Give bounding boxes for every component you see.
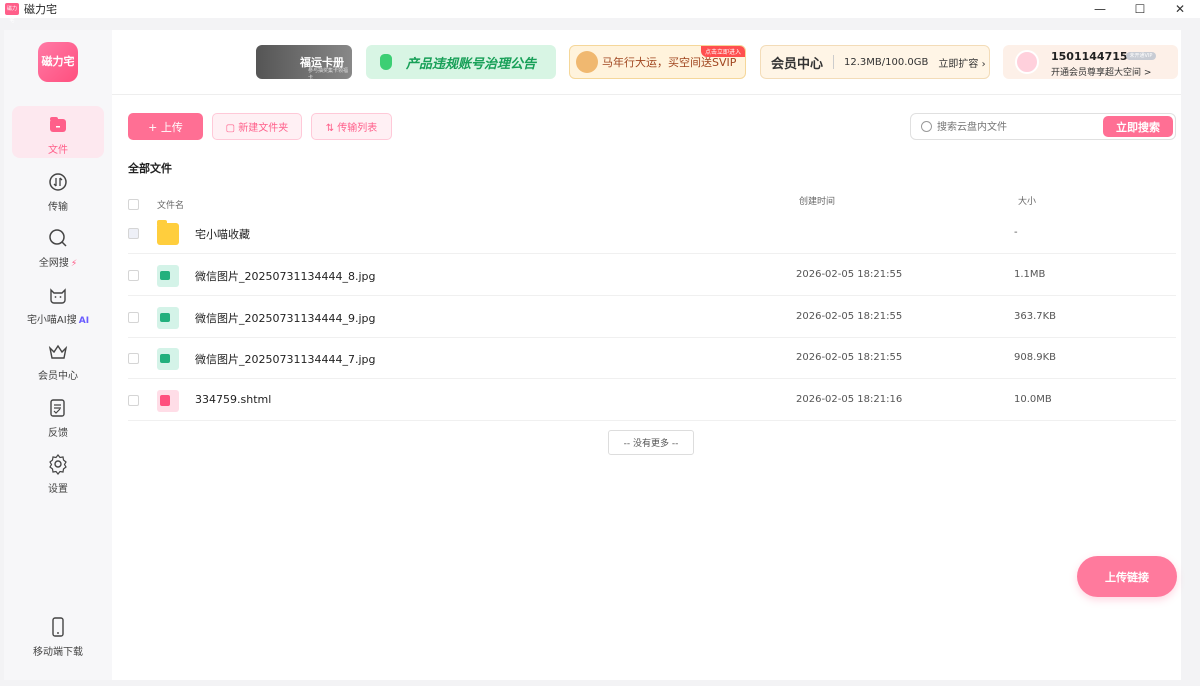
upload-button[interactable]: + 上传 <box>128 113 203 140</box>
notice-banner-text: 产品违规账号治理公告 <box>406 56 537 72</box>
horse-icon <box>576 51 598 73</box>
vip-title: 会员中心 <box>771 56 824 72</box>
search-icon <box>49 229 67 247</box>
row-checkbox[interactable] <box>128 312 139 323</box>
page-title: 全部文件 <box>128 162 172 175</box>
promo-banner[interactable]: 马年行大运，买空间送SVIP 点击立即进入 <box>569 45 746 79</box>
table-row[interactable]: 334759.shtml 2026-02-05 18:21:16 10.0MB <box>128 380 1176 421</box>
sidebar-item-label: 全网搜 <box>38 258 69 269</box>
vip-level-badge: 未开通VIP <box>1126 52 1156 60</box>
file-name[interactable]: 微信图片_20250731134444_9.jpg <box>195 310 376 326</box>
close-button[interactable]: ✕ <box>1160 0 1200 18</box>
search-input[interactable] <box>937 118 1097 136</box>
sidebar-item-files[interactable]: 文件 <box>12 106 104 158</box>
window-title: 磁力宅 <box>24 3 57 16</box>
file-name[interactable]: 微信图片_20250731134444_8.jpg <box>195 268 376 284</box>
sidebar-item-label: 传输 <box>48 202 68 213</box>
vip-center-banner[interactable]: 会员中心 12.3MB/100.0GB 立即扩容 › <box>760 45 990 79</box>
user-phone: 15011447158 <box>1051 50 1136 63</box>
row-checkbox[interactable] <box>128 395 139 406</box>
avatar <box>1015 50 1039 74</box>
fortune-card-banner[interactable]: 福运卡册 参与抽奖集卡领福卡 <box>256 45 352 79</box>
cat-icon <box>50 288 66 304</box>
table-row[interactable]: 宅小喵收藏 - <box>128 213 1176 254</box>
bolt-icon: ⚡ <box>70 259 78 269</box>
sidebar-item-mobile-download[interactable]: 移动端下载 <box>12 608 104 660</box>
promo-tag: 点击立即进入 <box>700 46 745 57</box>
no-more-indicator: -- 没有更多 -- <box>608 430 694 455</box>
column-header-size[interactable]: 大小 <box>1018 194 1036 207</box>
sidebar-item-vip-center[interactable]: 会员中心 <box>12 332 104 384</box>
file-name[interactable]: 宅小喵收藏 <box>195 226 250 242</box>
image-file-icon <box>157 307 179 329</box>
sidebar-item-label: 宅小喵AI搜 <box>26 315 77 326</box>
file-list-header: 文件名 创建时间 大小 <box>128 194 1176 214</box>
column-header-time[interactable]: 创建时间 <box>799 194 835 207</box>
gear-icon <box>49 454 67 475</box>
file-created-time: 2026-02-05 18:21:55 <box>796 352 903 363</box>
file-created-time: 2026-02-05 18:21:55 <box>796 311 903 322</box>
column-header-name[interactable]: 文件名 <box>157 198 184 211</box>
sidebar-item-feedback[interactable]: 反馈 <box>12 389 104 441</box>
transfer-list-button[interactable]: ⇅ 传输列表 <box>311 113 392 140</box>
maximize-button[interactable]: ☐ <box>1120 0 1160 18</box>
sidebar-item-label: 文件 <box>48 145 68 156</box>
sidebar-item-label: 反馈 <box>48 428 68 439</box>
vip-promo-link[interactable]: 开通会员尊享超大空间 > <box>1051 65 1151 78</box>
folder-icon <box>50 117 66 132</box>
search-button[interactable]: 立即搜索 <box>1103 116 1173 137</box>
file-size: 363.7KB <box>1014 311 1057 322</box>
html-file-icon <box>157 390 179 412</box>
folder-icon <box>157 220 179 245</box>
file-size: 1.1MB <box>1014 269 1046 280</box>
sidebar-item-ai-search[interactable]: 宅小喵AI搜 AI <box>12 276 104 328</box>
upload-link-button[interactable]: 上传链接 <box>1077 556 1177 597</box>
top-banner-bar: 福运卡册 参与抽奖集卡领福卡 产品违规账号治理公告 马年行大运，买空间送SVIP… <box>112 30 1181 95</box>
file-size: 10.0MB <box>1014 394 1052 405</box>
window-controls: — ☐ ✕ <box>1080 0 1200 18</box>
transfer-icon <box>49 173 67 191</box>
file-size: 908.9KB <box>1014 352 1057 363</box>
new-folder-button[interactable]: ▢ 新建文件夹 <box>212 113 302 140</box>
file-name[interactable]: 微信图片_20250731134444_7.jpg <box>195 351 376 367</box>
expand-storage-link[interactable]: 立即扩容 › <box>938 55 985 70</box>
select-all-checkbox[interactable] <box>128 199 139 210</box>
sidebar-item-transfer[interactable]: 传输 <box>12 163 104 215</box>
file-created-time: 2026-02-05 18:21:55 <box>796 269 903 280</box>
main-panel: 福运卡册 参与抽奖集卡领福卡 产品违规账号治理公告 马年行大运，买空间送SVIP… <box>112 30 1181 680</box>
row-checkbox[interactable] <box>128 270 139 281</box>
app-logo[interactable]: 磁力宅 <box>38 42 78 82</box>
crown-icon <box>48 344 68 359</box>
sidebar-item-label: 移动端下载 <box>33 647 83 658</box>
row-checkbox[interactable] <box>128 228 139 239</box>
minimize-button[interactable]: — <box>1080 0 1120 18</box>
feedback-icon <box>50 399 65 417</box>
search-box: 立即搜索 <box>910 113 1176 140</box>
shield-icon <box>380 54 392 70</box>
table-row[interactable]: 微信图片_20250731134444_7.jpg 2026-02-05 18:… <box>128 338 1176 379</box>
image-file-icon <box>157 348 179 370</box>
file-size: - <box>1014 227 1018 238</box>
notice-banner[interactable]: 产品违规账号治理公告 <box>366 45 556 79</box>
sidebar-item-label: 设置 <box>48 484 68 495</box>
user-card[interactable]: 15011447158 未开通VIP 开通会员尊享超大空间 > <box>1003 45 1178 79</box>
file-created-time: 2026-02-05 18:21:16 <box>796 394 903 405</box>
row-checkbox[interactable] <box>128 353 139 364</box>
storage-usage: 12.3MB/100.0GB <box>844 56 929 68</box>
sidebar-item-settings[interactable]: 设置 <box>12 445 104 497</box>
sidebar-item-web-search[interactable]: 全网搜 ⚡ <box>12 219 104 271</box>
phone-icon <box>52 617 64 637</box>
image-file-icon <box>157 265 179 287</box>
file-name[interactable]: 334759.shtml <box>195 393 271 406</box>
app-icon: 磁力宅 <box>5 3 19 24</box>
ai-badge-icon: AI <box>78 316 90 326</box>
sidebar-item-label: 会员中心 <box>38 371 78 382</box>
divider <box>833 55 835 69</box>
sidebar: 磁力宅 文件 传输 全网搜 ⚡ 宅小喵AI搜 AI 会员中心 反馈 设置 移动端下载 <box>4 30 112 680</box>
fortune-card-subtitle: 参与抽奖集卡领福卡 <box>308 68 349 79</box>
search-icon <box>921 121 932 132</box>
table-row[interactable]: 微信图片_20250731134444_9.jpg 2026-02-05 18:… <box>128 297 1176 338</box>
table-row[interactable]: 微信图片_20250731134444_8.jpg 2026-02-05 18:… <box>128 255 1176 296</box>
title-bar: 磁力宅 磁力宅 — ☐ ✕ <box>0 0 1200 24</box>
